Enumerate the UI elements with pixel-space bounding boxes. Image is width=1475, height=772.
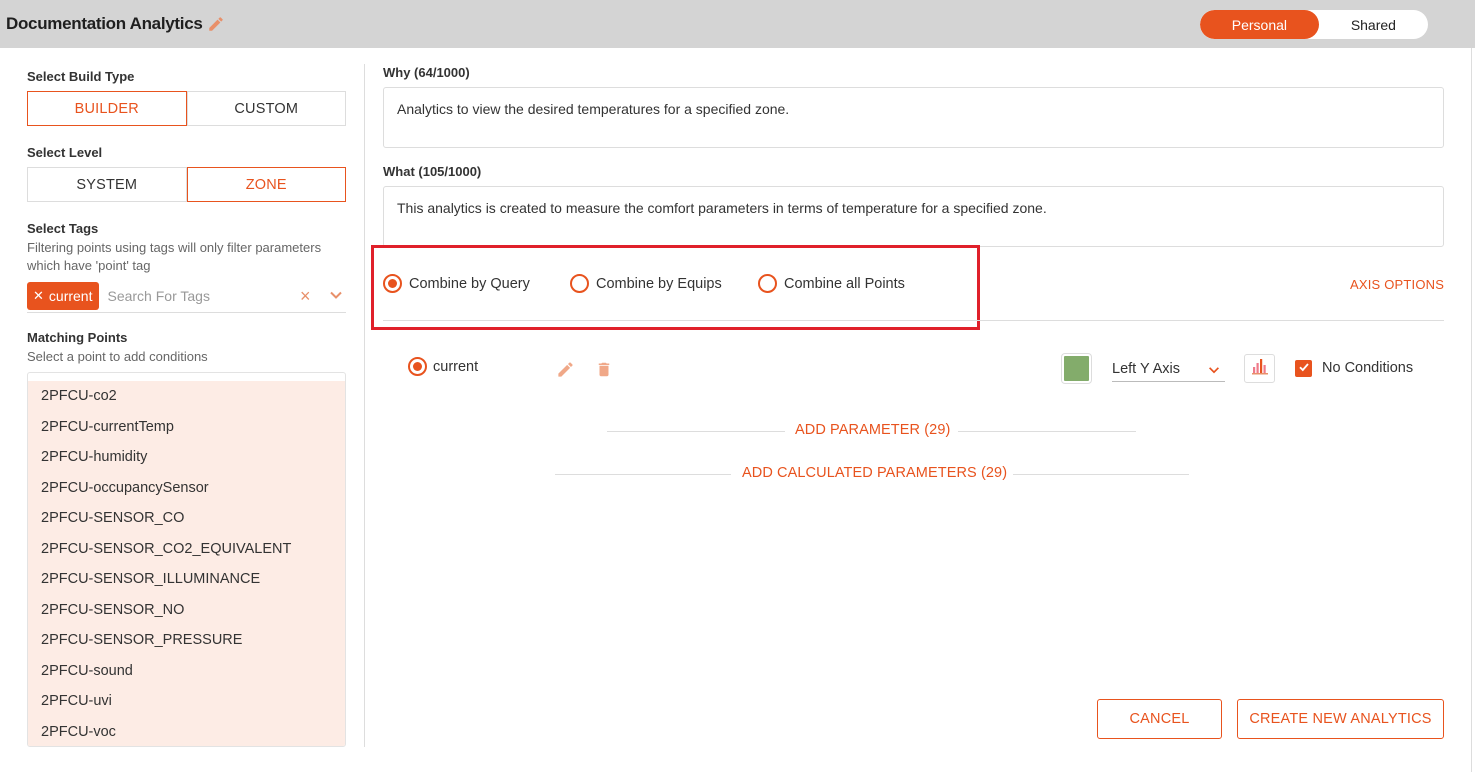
build-type-builder[interactable]: BUILDER	[27, 91, 187, 126]
combine-by-equips-label: Combine by Equips	[596, 275, 722, 292]
matching-point-item[interactable]: 2PFCU-SENSOR_NO	[28, 595, 345, 626]
check-icon	[1298, 360, 1310, 378]
tag-chip-label: current	[48, 288, 93, 304]
toggle-shared[interactable]: Shared	[1319, 10, 1428, 39]
what-label: What (105/1000)	[383, 164, 482, 179]
axis-select-value: Left Y Axis	[1112, 361, 1180, 377]
what-textarea[interactable]: This analytics is created to measure the…	[383, 186, 1444, 247]
parameter-row: current	[408, 357, 478, 376]
combine-by-query-label: Combine by Query	[409, 275, 530, 292]
no-conditions-label: No Conditions	[1322, 360, 1414, 376]
matching-point-item[interactable]: 2PFCU-humidity	[28, 442, 345, 473]
level-label: Select Level	[27, 145, 103, 160]
toggle-personal[interactable]: Personal	[1200, 10, 1319, 39]
matching-point-item[interactable]: 2PFCU-sound	[28, 656, 345, 687]
right-edge-divider	[1471, 48, 1472, 772]
add-calculated-line-left	[555, 474, 731, 475]
header-bar: Documentation Analytics Personal Shared	[0, 0, 1475, 48]
no-conditions-checkbox[interactable]	[1295, 360, 1312, 377]
matching-points-items: 2PFCU-co2 2PFCU-currentTemp 2PFCU-humidity…	[28, 381, 345, 747]
matching-points-help: Select a point to add conditions	[27, 349, 208, 364]
matching-point-item[interactable]: 2PFCU-occupancySensor	[28, 473, 345, 504]
axis-select[interactable]: Left Y Axis	[1112, 357, 1225, 382]
add-calculated-parameters-link[interactable]: ADD CALCULATED PARAMETERS (29)	[742, 465, 1007, 481]
axis-chevron-down-icon	[1207, 363, 1221, 381]
matching-point-item[interactable]: 2PFCU-uvi	[28, 686, 345, 717]
radio-unselected	[570, 274, 589, 293]
clear-tags-close-icon[interactable]: ×	[300, 286, 311, 307]
matching-points-label: Matching Points	[27, 330, 128, 345]
radio-unselected	[758, 274, 777, 293]
add-calculated-line-right	[1013, 474, 1189, 475]
panel-divider	[364, 64, 365, 747]
bar-chart-icon	[1250, 356, 1270, 381]
matching-point-item[interactable]: 2PFCU-voc	[28, 717, 345, 747]
matching-points-list[interactable]: 2PFCU-co2 2PFCU-currentTemp 2PFCU-humidity…	[27, 372, 346, 747]
matching-point-item[interactable]: 2PFCU-co2	[28, 381, 345, 412]
tags-label: Select Tags	[27, 221, 99, 236]
build-type-label: Select Build Type	[27, 69, 135, 84]
matching-point-item[interactable]: 2PFCU-SENSOR_PRESSURE	[28, 625, 345, 656]
matching-point-item[interactable]: 2PFCU-SENSOR_ILLUMINANCE	[28, 564, 345, 595]
combine-by-equips-radio[interactable]: Combine by Equips	[570, 274, 722, 293]
combine-by-query-radio[interactable]: Combine by Query	[383, 274, 530, 293]
combine-all-points-radio[interactable]: Combine all Points	[758, 274, 905, 293]
axis-options-link[interactable]: AXIS OPTIONS	[1350, 277, 1444, 292]
create-new-analytics-button[interactable]: CREATE NEW ANALYTICS	[1237, 699, 1444, 739]
add-parameter-link[interactable]: ADD PARAMETER (29)	[795, 422, 950, 438]
tag-chip: ✕ current	[27, 282, 100, 310]
matching-point-item[interactable]: 2PFCU-SENSOR_CO2_EQUIVALENT	[28, 534, 345, 565]
why-label: Why (64/1000)	[383, 65, 470, 80]
combine-all-points-label: Combine all Points	[784, 275, 905, 292]
why-textarea[interactable]: Analytics to view the desired temperatur…	[383, 87, 1444, 148]
level-selector: SYSTEM ZONE	[27, 167, 346, 202]
cancel-button[interactable]: CANCEL	[1097, 699, 1222, 739]
build-type-selector: BUILDER CUSTOM	[27, 91, 346, 126]
remove-tag-close-icon[interactable]: ✕	[33, 288, 44, 304]
radio-selected	[383, 274, 402, 293]
parameter-name: current	[433, 358, 479, 375]
matching-point-item[interactable]: 2PFCU-currentTemp	[28, 412, 345, 443]
page-title-text: Documentation Analytics	[6, 14, 203, 33]
add-parameter-line-left	[607, 431, 785, 432]
combine-divider	[383, 320, 1444, 321]
visibility-toggle: Personal Shared	[1200, 10, 1428, 39]
tag-selector: ✕ current ×	[27, 280, 346, 313]
delete-parameter-trash-icon[interactable]	[595, 360, 613, 384]
parameter-color-swatch[interactable]	[1062, 354, 1091, 383]
level-system[interactable]: SYSTEM	[27, 167, 187, 202]
add-parameter-line-right	[958, 431, 1136, 432]
chart-type-button[interactable]	[1244, 354, 1275, 383]
page-title: Documentation Analytics	[6, 14, 225, 34]
tag-search-input[interactable]	[107, 288, 288, 304]
edit-parameter-pencil-icon[interactable]	[556, 360, 575, 384]
tags-help-text: Filtering points using tags will only fi…	[27, 240, 322, 273]
level-zone[interactable]: ZONE	[186, 167, 346, 202]
edit-title-pencil-icon[interactable]	[207, 15, 225, 33]
tags-chevron-down-icon[interactable]	[328, 287, 344, 308]
parameter-radio[interactable]	[408, 357, 427, 376]
build-type-custom[interactable]: CUSTOM	[186, 91, 346, 126]
matching-point-item[interactable]: 2PFCU-SENSOR_CO	[28, 503, 345, 534]
